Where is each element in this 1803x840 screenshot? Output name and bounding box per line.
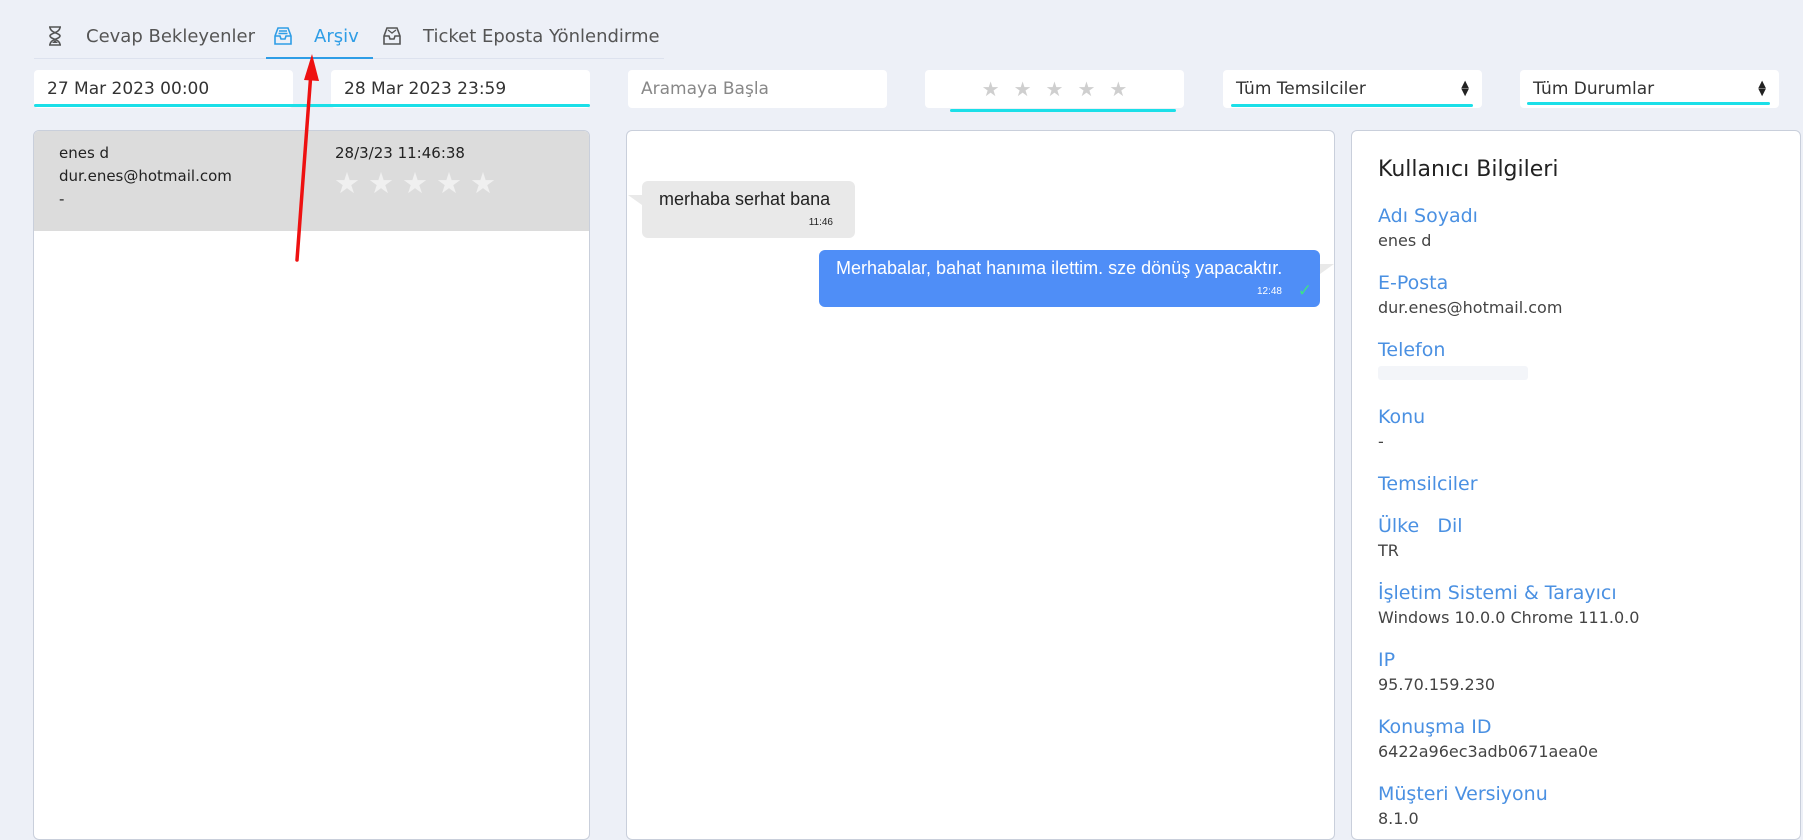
tab-label: Cevap Bekleyenler — [86, 25, 256, 47]
date-to-value: 28 Mar 2023 23:59 — [344, 79, 507, 99]
info-label: E-Posta — [1378, 272, 1449, 294]
tab-label: Arşiv — [314, 25, 359, 47]
hourglass-icon — [44, 25, 66, 47]
mail-tray-icon — [381, 25, 403, 47]
highlight-underline — [1527, 102, 1770, 105]
info-value: enes d — [1378, 231, 1432, 250]
conversation-rating: ★ ★ ★ ★ ★ — [334, 169, 496, 198]
select-arrows-icon: ▲ ▼ — [1461, 79, 1469, 98]
star-icon: ★ — [402, 166, 428, 200]
info-ip: IP 95.70.159.230 — [1378, 649, 1495, 695]
info-agents: Temsilciler — [1378, 473, 1478, 495]
info-full-name: Adı Soyadı enes d — [1378, 205, 1478, 251]
agent-select-value: Tüm Temsilciler — [1236, 79, 1366, 99]
user-info-panel: Kullanıcı Bilgileri Adı Soyadı enes d E-… — [1351, 130, 1801, 840]
redacted-value — [1378, 366, 1528, 380]
tab-label: Ticket Eposta Yönlendirme — [423, 25, 660, 47]
date-from-value: 27 Mar 2023 00:00 — [47, 79, 210, 99]
info-label: İşletim Sistemi & Tarayıcı — [1378, 582, 1617, 604]
star-icon: ★ — [436, 166, 462, 200]
info-label: Telefon — [1378, 339, 1446, 361]
outgoing-message: Merhabalar, bahat hanıma ilettim. sze dö… — [819, 250, 1334, 307]
tab-ticket-eposta-yonlendirme[interactable]: Ticket Eposta Yönlendirme — [381, 14, 660, 58]
message-time: 11:46 — [808, 217, 833, 228]
star-icon: ★ — [470, 166, 496, 200]
info-label: Konuşma ID — [1378, 716, 1492, 738]
chat-panel: merhaba serhat bana 11:46 Merhabalar, ba… — [626, 130, 1335, 840]
highlight-underline — [950, 109, 1176, 112]
archive-tray-icon — [272, 25, 294, 47]
star-icon: ★ — [368, 166, 394, 200]
agent-select[interactable]: Tüm Temsilciler ▲ ▼ — [1223, 70, 1482, 108]
conversation-name: enes d — [59, 144, 110, 162]
highlight-underline — [1231, 104, 1473, 107]
check-icon: ✓ — [1297, 281, 1312, 300]
info-subject: Konu - — [1378, 406, 1425, 452]
star-icon[interactable]: ★ — [1046, 77, 1064, 101]
info-value: Windows 10.0.0 Chrome 111.0.0 — [1378, 608, 1640, 627]
date-from-field[interactable]: 27 Mar 2023 00:00 — [34, 70, 293, 108]
info-value: dur.enes@hotmail.com — [1378, 298, 1563, 317]
info-value: 6422a96ec3adb0671aea0e — [1378, 742, 1599, 761]
info-label: Konu — [1378, 406, 1426, 428]
info-value: - — [1378, 432, 1384, 451]
message-text: merhaba serhat bana — [659, 189, 831, 209]
status-select-value: Tüm Durumlar — [1533, 79, 1655, 99]
tab-bar: Cevap Bekleyenler Arşiv Ticket Eposta Yö… — [34, 14, 664, 59]
info-email: E-Posta dur.enes@hotmail.com — [1378, 272, 1562, 318]
select-arrows-icon: ▲ ▼ — [1758, 79, 1766, 98]
info-client-version: Müşteri Versiyonu 8.1.0 — [1378, 783, 1548, 829]
star-icon[interactable]: ★ — [1014, 77, 1032, 101]
search-field[interactable] — [628, 70, 887, 108]
conversation-subject: - — [59, 190, 65, 208]
search-input[interactable] — [641, 79, 874, 99]
info-phone: Telefon — [1378, 339, 1528, 385]
info-os-browser: İşletim Sistemi & Tarayıcı Windows 10.0.… — [1378, 582, 1639, 628]
star-icon[interactable]: ★ — [1109, 77, 1127, 101]
info-value — [1378, 365, 1528, 385]
info-label: Adı Soyadı — [1378, 205, 1478, 227]
info-label: Temsilciler — [1378, 473, 1478, 495]
info-value: 8.1.0 — [1378, 809, 1419, 828]
user-info-title: Kullanıcı Bilgileri — [1378, 157, 1559, 182]
info-label: IP — [1378, 649, 1396, 671]
info-conversation-id: Konuşma ID 6422a96ec3adb0671aea0e — [1378, 716, 1598, 762]
conversation-email: dur.enes@hotmail.com — [59, 167, 232, 185]
info-country-language: Ülke Dil TR — [1378, 515, 1463, 561]
rating-filter[interactable]: ★ ★ ★ ★ ★ — [925, 70, 1184, 108]
annotation-arrow — [295, 54, 319, 262]
star-icon[interactable]: ★ — [1077, 77, 1095, 101]
info-value: 95.70.159.230 — [1378, 675, 1496, 694]
info-label: Müşteri Versiyonu — [1378, 783, 1548, 805]
conversation-date: 28/3/23 11:46:38 — [335, 144, 465, 162]
info-label: Ülke Dil — [1378, 515, 1463, 537]
message-text: Merhabalar, bahat hanıma ilettim. sze dö… — [836, 258, 1283, 278]
star-icon[interactable]: ★ — [982, 77, 1000, 101]
incoming-message: merhaba serhat bana 11:46 — [628, 181, 855, 238]
tab-cevap-bekleyenler[interactable]: Cevap Bekleyenler — [44, 14, 255, 58]
date-to-field[interactable]: 28 Mar 2023 23:59 — [331, 70, 590, 108]
star-icon: ★ — [334, 166, 360, 200]
info-value: TR — [1378, 541, 1399, 560]
message-time: 12:48 — [1256, 286, 1282, 297]
